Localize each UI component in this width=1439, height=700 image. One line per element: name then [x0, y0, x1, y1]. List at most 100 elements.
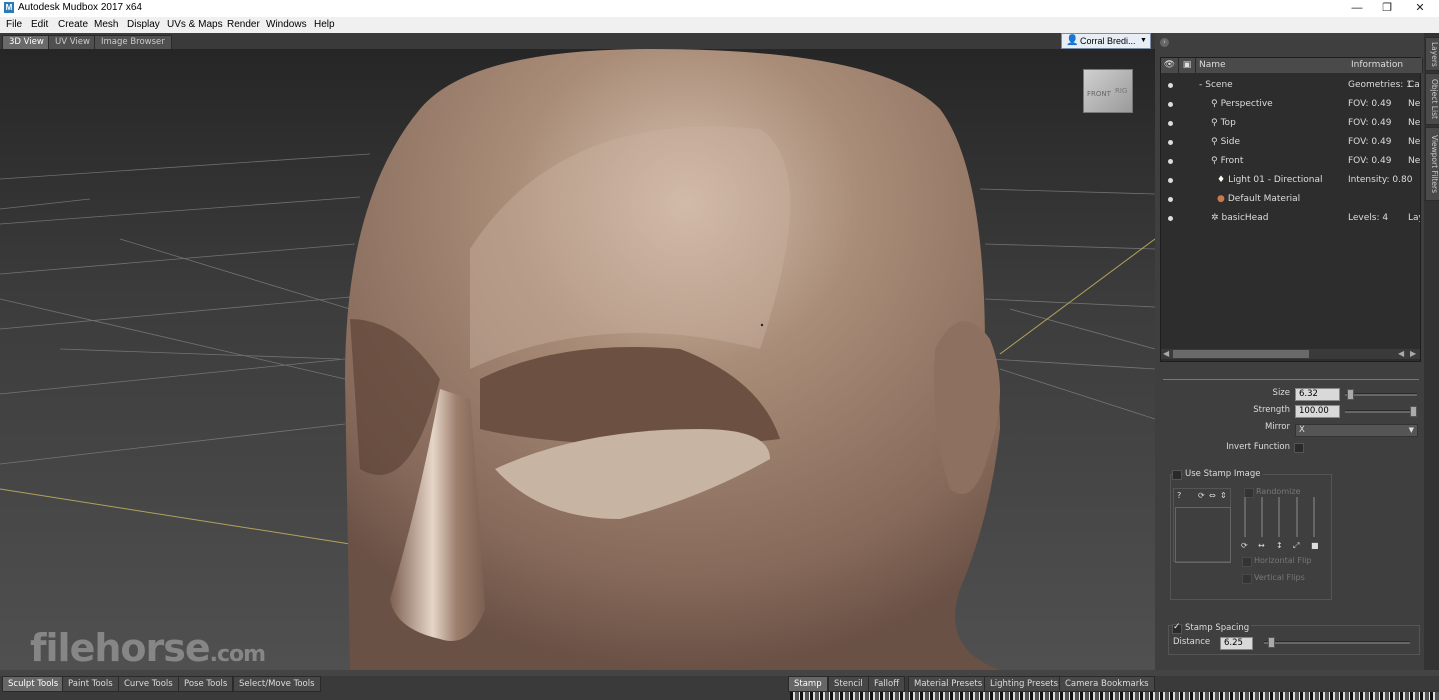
list-item-material[interactable]: ● Default Material: [1161, 190, 1420, 208]
visibility-dot[interactable]: [1168, 197, 1173, 202]
tab-curve-tools[interactable]: Curve Tools: [118, 676, 179, 692]
use-stamp-image-checkbox[interactable]: [1172, 470, 1182, 480]
strength-label: Strength: [1253, 405, 1290, 415]
menu-edit[interactable]: Edit: [31, 19, 48, 30]
menu-render[interactable]: Render: [227, 19, 260, 30]
tab-falloff[interactable]: Falloff: [868, 676, 906, 692]
square-icon[interactable]: ■: [1311, 541, 1319, 550]
viewcube[interactable]: FRONT RIG: [1083, 69, 1133, 113]
list-item-top[interactable]: ⚲Top FOV: 0.49 Nea: [1161, 114, 1420, 132]
tab-paint-tools[interactable]: Paint Tools: [62, 676, 119, 692]
scroll-right-icon[interactable]: ◀: [1398, 349, 1404, 358]
flip-h-icon[interactable]: ⇔: [1209, 491, 1216, 500]
menu-file[interactable]: File: [6, 19, 22, 30]
stamp-spacing-checkbox[interactable]: [1172, 622, 1182, 634]
tab-object-list[interactable]: Object List: [1425, 73, 1439, 125]
invert-function-checkbox[interactable]: [1294, 443, 1304, 453]
strength-slider-knob[interactable]: [1410, 406, 1417, 417]
strength-field[interactable]: 100.00: [1295, 405, 1340, 418]
menu-help[interactable]: Help: [314, 19, 335, 30]
mirror-select[interactable]: X ▼: [1295, 424, 1418, 437]
tab-camera-bookmarks[interactable]: Camera Bookmarks: [1059, 676, 1155, 692]
watermark-main: filehorse: [30, 626, 211, 670]
flip-v-icon[interactable]: ↕: [1276, 541, 1283, 550]
3d-viewport[interactable]: FRONT RIG: [0, 49, 1155, 670]
horizontal-flip-checkbox[interactable]: [1242, 557, 1252, 567]
column-information[interactable]: Information: [1349, 58, 1423, 73]
tab-viewport-filters[interactable]: Viewport Filters: [1425, 127, 1439, 201]
chevron-down-icon: ▼: [1408, 426, 1414, 434]
object-info: Geometries: 1: [1348, 80, 1412, 90]
tab-layers[interactable]: Layers: [1425, 37, 1439, 71]
size-field[interactable]: 6.32: [1295, 388, 1340, 401]
size-slider[interactable]: [1345, 389, 1417, 400]
menu-mesh[interactable]: Mesh: [94, 19, 118, 30]
visibility-dot[interactable]: [1168, 216, 1173, 221]
scroll-end-icon[interactable]: ▶: [1410, 349, 1416, 358]
size-slider-knob[interactable]: [1347, 389, 1354, 400]
menu-display[interactable]: Display: [127, 19, 160, 30]
tab-uv-view[interactable]: UV View: [48, 35, 97, 50]
maximize-button[interactable]: ❐: [1372, 0, 1402, 17]
collapse-icon[interactable]: -: [1199, 76, 1202, 94]
horizontal-scrollbar[interactable]: ◀ ◀ ▶: [1161, 349, 1420, 359]
help-icon[interactable]: ?: [1177, 491, 1181, 500]
flip-h-icon[interactable]: ↔: [1258, 541, 1265, 550]
list-item-perspective[interactable]: ⚲Perspective FOV: 0.49 Nea: [1161, 95, 1420, 113]
object-name: basicHead: [1221, 213, 1269, 223]
tab-lighting-presets[interactable]: Lighting Presets: [984, 676, 1064, 692]
column-name[interactable]: Name: [1196, 58, 1350, 73]
random-slider[interactable]: [1278, 497, 1280, 537]
tab-sculpt-tools[interactable]: Sculpt Tools: [2, 676, 65, 692]
tab-stamp[interactable]: Stamp: [788, 676, 828, 692]
user-account-dropdown[interactable]: 👤 Corral Bredi... ▼: [1061, 33, 1151, 49]
rotate-icon[interactable]: ⟳: [1198, 491, 1205, 500]
randomize-sliders[interactable]: [1240, 497, 1324, 539]
menu-windows[interactable]: Windows: [266, 19, 307, 30]
size-label: Size: [1272, 388, 1290, 398]
random-slider[interactable]: [1296, 497, 1298, 537]
material-icon: ●: [1217, 194, 1225, 204]
minimize-button[interactable]: —: [1342, 0, 1372, 17]
stamp-thumbnails-strip[interactable]: [790, 692, 1439, 700]
object-list: 👁 ▣ Name Information - Scene Geometries: …: [1160, 57, 1423, 362]
distance-slider-knob[interactable]: [1268, 637, 1275, 648]
tab-material-presets[interactable]: Material Presets: [908, 676, 989, 692]
list-item-light[interactable]: ♦ Light 01 - Directional Intensity: 0.80: [1161, 171, 1420, 189]
visibility-column-icon[interactable]: 👁: [1161, 58, 1179, 73]
visibility-dot[interactable]: [1168, 83, 1173, 88]
flip-v-icon[interactable]: ⇕: [1220, 491, 1227, 500]
visibility-dot[interactable]: [1168, 140, 1173, 145]
stamp-thumbnail[interactable]: [1175, 507, 1231, 563]
scrollbar-thumb[interactable]: [1173, 350, 1309, 358]
collapse-panel-icon[interactable]: ›: [1160, 38, 1169, 47]
visibility-dot[interactable]: [1168, 121, 1173, 126]
vertical-flips-checkbox[interactable]: [1242, 574, 1252, 584]
visibility-dot[interactable]: [1168, 178, 1173, 183]
scale-icon[interactable]: ⤢: [1293, 541, 1299, 551]
lock-column-icon[interactable]: ▣: [1179, 58, 1196, 73]
tab-image-browser[interactable]: Image Browser: [94, 35, 172, 50]
menu-uvs-maps[interactable]: UVs & Maps: [167, 19, 223, 30]
distance-slider[interactable]: [1264, 637, 1410, 648]
visibility-dot[interactable]: [1168, 159, 1173, 164]
tab-3d-view[interactable]: 3D View: [2, 35, 51, 50]
list-item-front[interactable]: ⚲Front FOV: 0.49 Nea: [1161, 152, 1420, 170]
random-slider[interactable]: [1261, 497, 1263, 537]
tab-stencil[interactable]: Stencil: [828, 676, 869, 692]
close-button[interactable]: ✕: [1405, 0, 1435, 17]
distance-field[interactable]: 6.25: [1220, 637, 1253, 650]
scroll-left-icon[interactable]: ◀: [1163, 349, 1169, 358]
visibility-dot[interactable]: [1168, 102, 1173, 107]
rotate-icon[interactable]: ⟳: [1241, 541, 1248, 550]
tab-select-move-tools[interactable]: Select/Move Tools: [233, 676, 321, 692]
menu-create[interactable]: Create: [58, 19, 88, 30]
object-name: Light 01 - Directional: [1228, 175, 1323, 185]
tab-pose-tools[interactable]: Pose Tools: [178, 676, 234, 692]
strength-slider[interactable]: [1345, 406, 1417, 417]
list-item-scene[interactable]: -Scene Geometries: 1 Cam: [1161, 76, 1420, 94]
list-item-basichead[interactable]: ✲basicHead Levels: 4 Lay: [1161, 209, 1420, 227]
random-slider[interactable]: [1313, 497, 1315, 537]
random-slider[interactable]: [1244, 497, 1246, 537]
list-item-side[interactable]: ⚲Side FOV: 0.49 Nea: [1161, 133, 1420, 151]
